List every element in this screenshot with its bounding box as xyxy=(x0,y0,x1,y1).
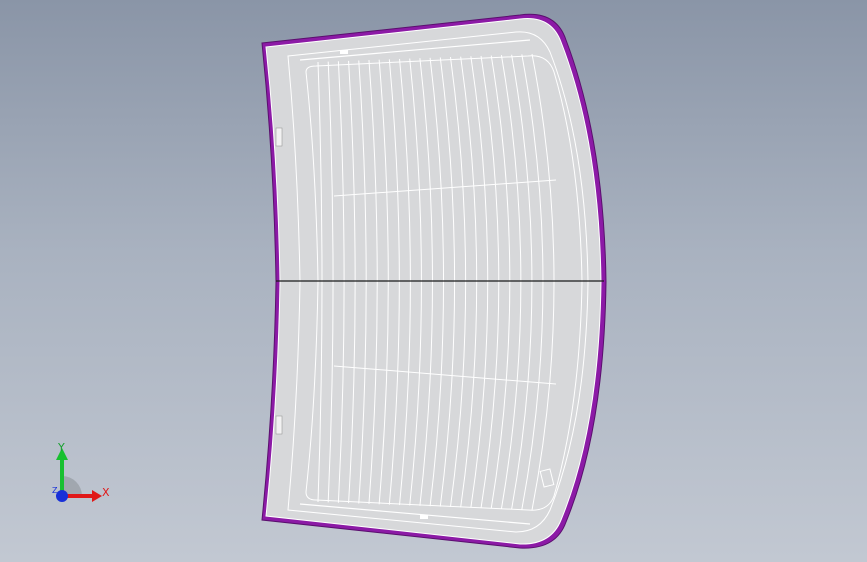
clip-upper-left xyxy=(275,127,283,147)
axis-z-dot xyxy=(56,490,68,502)
graphics-viewport[interactable]: Y X Z xyxy=(0,0,867,562)
axis-triad[interactable]: Y X Z xyxy=(40,436,120,516)
tab-bottom xyxy=(420,515,428,519)
axis-z-label: Z xyxy=(52,486,58,495)
clip-lower-left xyxy=(275,415,283,435)
axis-x-label: X xyxy=(102,486,110,499)
tab-top xyxy=(340,50,348,54)
model-canvas[interactable] xyxy=(0,0,867,562)
axis-y-label: Y xyxy=(58,441,65,454)
